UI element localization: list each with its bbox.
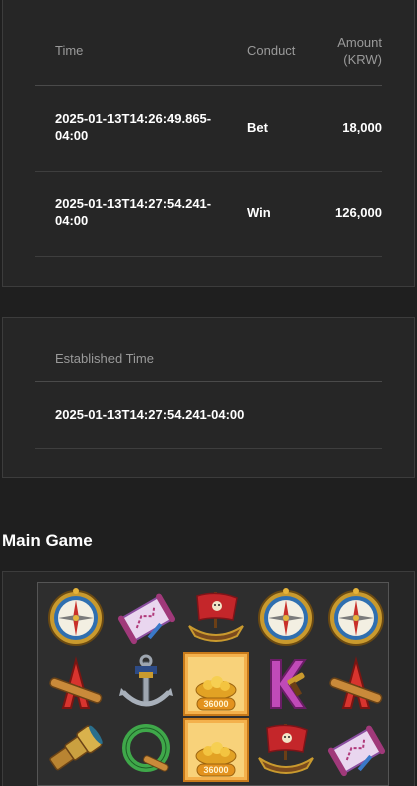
pirate-ship-symbol (253, 718, 319, 782)
scroll-map-symbol (113, 586, 179, 650)
compass-symbol (253, 586, 319, 650)
gold-treasure-symbol: 36000 (183, 652, 249, 716)
time-column-header: Time (55, 43, 84, 58)
time-cell-line2: 04:00 (55, 128, 89, 143)
established-time-panel: Established Time 2025-01-13T14:27:54.241… (2, 317, 415, 478)
compass-symbol (323, 586, 389, 650)
main-game-title: Main Game (2, 531, 93, 550)
conduct-cell: Win (247, 205, 271, 220)
spyglass-symbol (43, 718, 109, 782)
slot-board: 36000 36000 (37, 582, 389, 786)
svg-text:36000: 36000 (203, 699, 228, 709)
amount-header-label: Amount (337, 35, 382, 50)
time-cell: 2025-01-13T14:26:49.865- 04:00 (55, 110, 211, 144)
transactions-panel: Time Conduct Amount (KRW) 2025-01-13T14:… (2, 0, 415, 287)
time-cell-line1: 2025-01-13T14:27:54.241- (55, 196, 212, 211)
pirate-ship-symbol (183, 586, 249, 650)
gold-treasure-symbol: 36000 (183, 718, 249, 782)
conduct-column-header: Conduct (247, 43, 296, 58)
amount-cell: 126,000 (335, 205, 382, 220)
letter-a-symbol (43, 652, 109, 716)
amount-cell: 18,000 (342, 120, 382, 135)
compass-symbol (43, 586, 109, 650)
established-table: Established Time 2025-01-13T14:27:54.241… (35, 318, 382, 449)
svg-text:36000: 36000 (203, 765, 228, 775)
table-row: 2025-01-13T14:27:54.241-04:00 (35, 382, 382, 449)
letter-q-symbol (113, 718, 179, 782)
scroll-map-symbol (323, 718, 389, 782)
time-cell: 2025-01-13T14:27:54.241- 04:00 (55, 195, 211, 229)
amount-column-header: Amount (KRW) (337, 34, 382, 68)
time-cell-line1: 2025-01-13T14:26:49.865- (55, 111, 212, 126)
table-header: Time Conduct Amount (KRW) (35, 0, 382, 86)
letter-a-symbol (323, 652, 389, 716)
established-time-value: 2025-01-13T14:27:54.241-04:00 (55, 407, 245, 422)
conduct-cell: Bet (247, 120, 268, 135)
table-row: 2025-01-13T14:27:54.241- 04:00 Win 126,0… (35, 171, 382, 257)
amount-header-unit: (KRW) (343, 52, 382, 67)
table-row: 2025-01-13T14:26:49.865- 04:00 Bet 18,00… (35, 86, 382, 172)
anchor-symbol (113, 652, 179, 716)
main-game-panel: 36000 36000 (2, 571, 415, 786)
time-cell-line2: 04:00 (55, 213, 89, 228)
established-time-header: Established Time (55, 351, 154, 366)
transactions-table: Time Conduct Amount (KRW) 2025-01-13T14:… (35, 0, 382, 257)
letter-k-symbol (253, 652, 319, 716)
established-header-row: Established Time (35, 318, 382, 382)
